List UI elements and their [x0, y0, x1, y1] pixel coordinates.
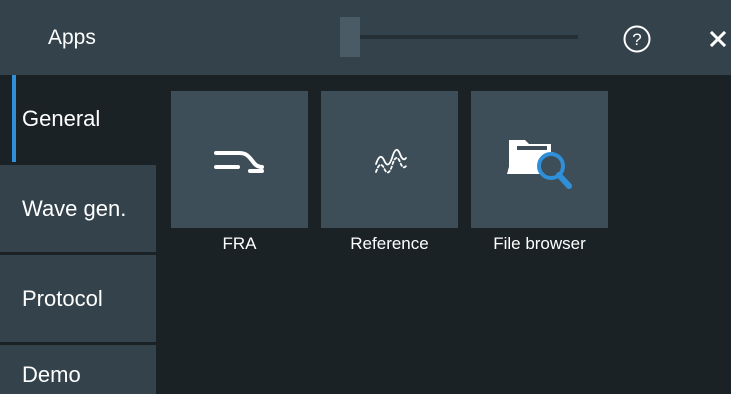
help-button[interactable]: ?	[622, 24, 652, 54]
folder-search-icon	[506, 139, 572, 189]
dialog-title: Apps	[48, 26, 96, 49]
sidebar-item-general[interactable]: General	[0, 75, 156, 162]
app-label-reference: Reference	[350, 234, 429, 253]
position-slider-thumb[interactable]	[340, 17, 360, 57]
sidebar-item-label: Demo	[22, 362, 81, 387]
app-tile-reference[interactable]	[321, 91, 458, 228]
close-button[interactable]	[704, 24, 731, 54]
sidebar-item-label: Protocol	[22, 285, 103, 311]
app-tile-file-browser[interactable]	[471, 91, 608, 228]
sidebar-item-wave-gen[interactable]: Wave gen.	[0, 165, 156, 252]
category-sidebar: General Wave gen. Protocol Demo	[0, 75, 156, 394]
app-label-fra: FRA	[222, 234, 257, 253]
app-label-file-browser: File browser	[493, 234, 586, 253]
sidebar-item-label: Wave gen.	[22, 195, 127, 221]
reference-waveform-icon	[374, 148, 407, 173]
help-circle-icon: ?	[623, 25, 651, 53]
close-icon	[709, 30, 726, 48]
dialog-header: Apps ?	[0, 0, 731, 75]
fra-step-icon	[213, 150, 264, 173]
app-tile-fra[interactable]	[171, 91, 308, 228]
svg-text:?: ?	[632, 30, 641, 49]
sidebar-item-protocol[interactable]: Protocol	[0, 255, 156, 342]
position-slider-track[interactable]	[340, 35, 578, 39]
apps-dialog: Apps ? General Wave gen. Protocol Demo F…	[0, 0, 731, 394]
sidebar-item-demo[interactable]: Demo	[0, 343, 156, 394]
sidebar-item-label: General	[22, 105, 101, 131]
